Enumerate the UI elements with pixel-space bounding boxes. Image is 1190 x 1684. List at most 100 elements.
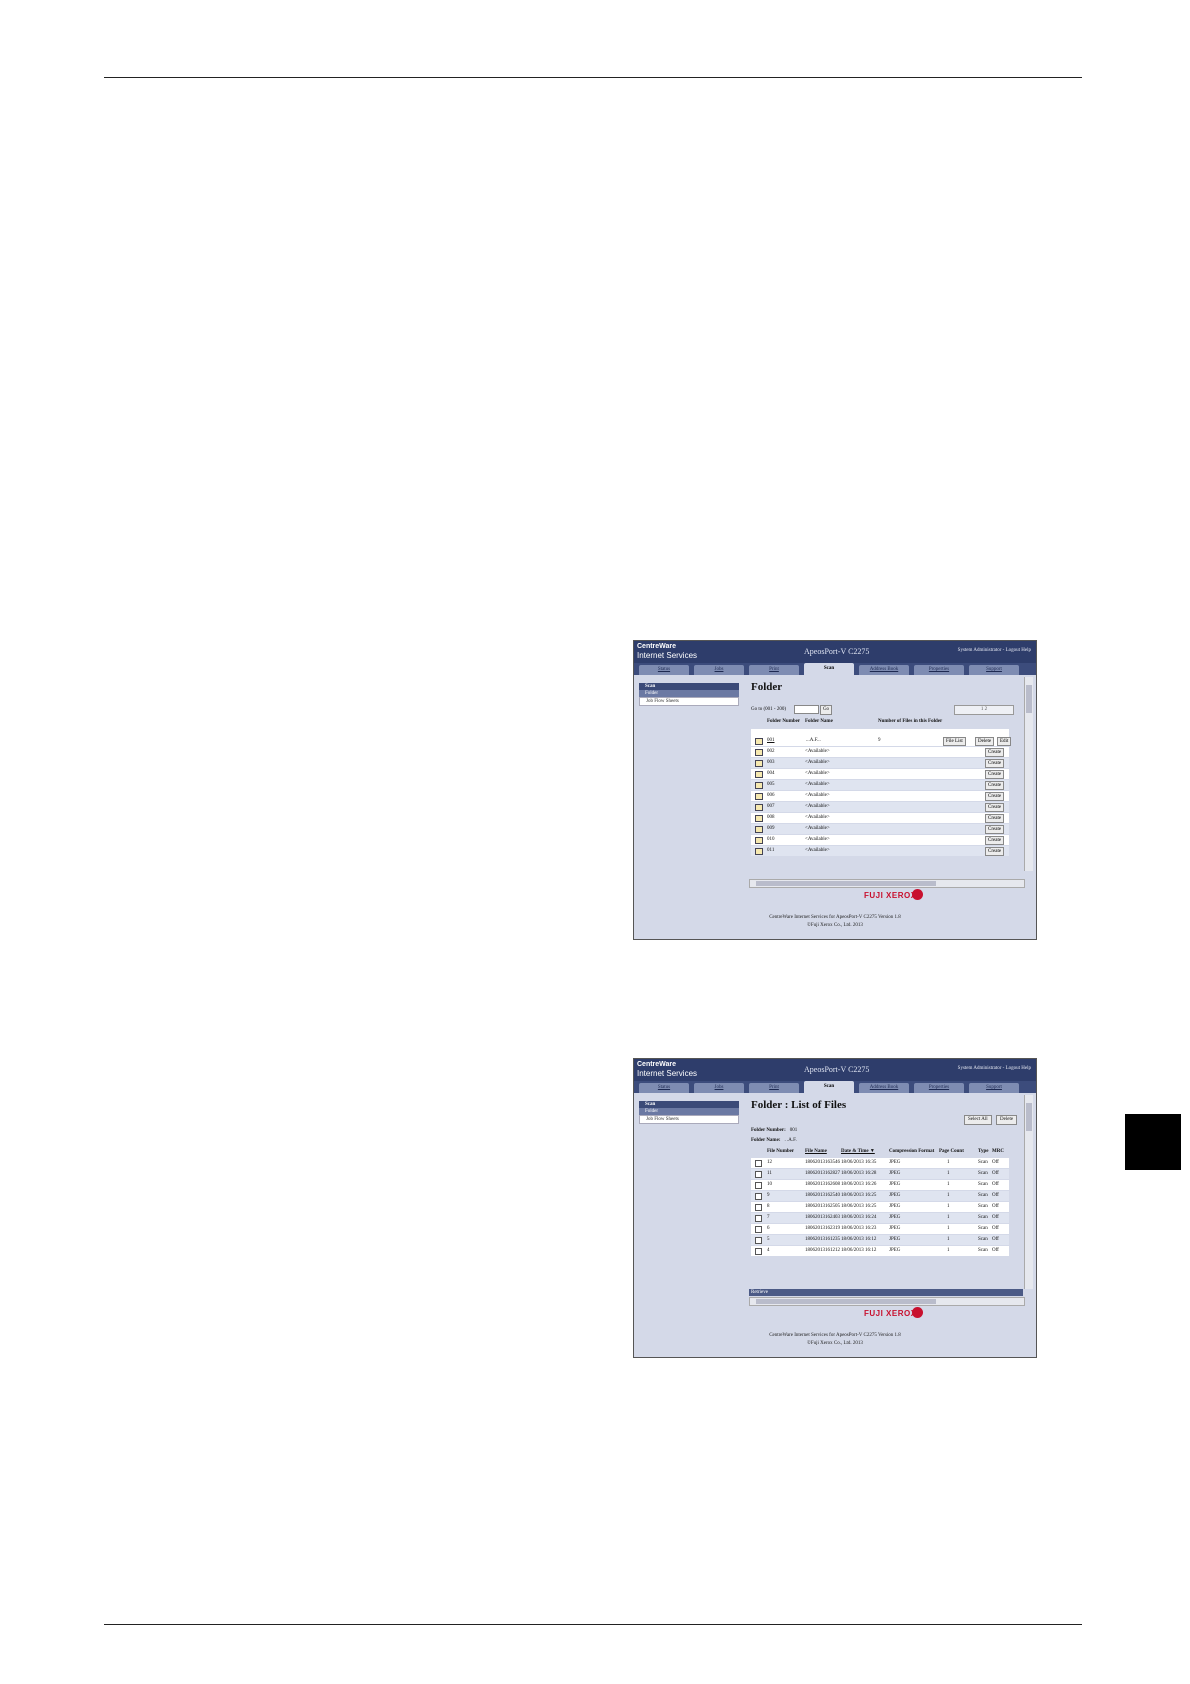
nav-item-folder[interactable]: Folder xyxy=(639,1108,739,1115)
folder-row[interactable]: 007 <Available> Create xyxy=(751,802,1009,812)
create-button[interactable]: Create xyxy=(985,759,1005,768)
col-date-time[interactable]: Date & Time ▼ xyxy=(841,1147,875,1157)
tab-jobs[interactable]: Jobs xyxy=(694,665,744,675)
create-button[interactable]: Create xyxy=(985,814,1005,823)
folder-name: <Available> xyxy=(805,793,830,798)
vertical-scrollbar[interactable] xyxy=(1024,677,1033,871)
create-button[interactable]: Create xyxy=(985,836,1005,845)
file-type: Scan xyxy=(978,1226,988,1231)
scroll-thumb[interactable] xyxy=(1026,685,1032,713)
select-all-button[interactable]: Select All xyxy=(964,1115,992,1125)
nav-item-folder[interactable]: Folder xyxy=(639,690,739,697)
horizontal-scrollbar[interactable] xyxy=(749,879,1025,888)
folder-name: <Available> xyxy=(805,749,830,754)
file-date: 18/06/2013 16:35 xyxy=(841,1160,877,1165)
horizontal-scrollbar[interactable] xyxy=(749,1297,1025,1306)
folder-icon xyxy=(755,793,763,800)
row-checkbox[interactable] xyxy=(755,1237,762,1244)
tab-properties[interactable]: Properties xyxy=(914,1083,964,1093)
tab-address-book[interactable]: Address Book xyxy=(859,665,909,675)
folder-number: 006 xyxy=(767,793,775,798)
admin-links[interactable]: System Administrator - Logout Help xyxy=(958,1066,1031,1071)
tab-scan[interactable]: Scan xyxy=(804,663,854,675)
nav-item-job-flow-sheets[interactable]: Job Flow Sheets xyxy=(639,1115,739,1124)
row-checkbox[interactable] xyxy=(755,1193,762,1200)
go-button[interactable]: Go xyxy=(820,705,832,715)
file-row[interactable]: 10 18062013162608 18/06/2013 16:26 JPEG … xyxy=(751,1180,1009,1190)
admin-links[interactable]: System Administrator - Logout Help xyxy=(958,648,1031,653)
folder-row[interactable]: 010 <Available> Create xyxy=(751,835,1009,845)
goto-input[interactable] xyxy=(794,705,819,714)
file-list-button[interactable]: File List xyxy=(943,737,966,746)
file-mrc: Off xyxy=(992,1248,999,1253)
folder-name-label: Folder Name: xyxy=(751,1138,781,1143)
create-button[interactable]: Create xyxy=(985,748,1005,757)
create-button[interactable]: Create xyxy=(985,825,1005,834)
scroll-thumb[interactable] xyxy=(756,881,936,886)
row-checkbox[interactable] xyxy=(755,1226,762,1233)
file-row[interactable]: 8 18062013162505 18/06/2013 16:25 JPEG 1… xyxy=(751,1202,1009,1212)
vertical-scrollbar[interactable] xyxy=(1024,1095,1033,1289)
folder-row[interactable]: 009 <Available> Create xyxy=(751,824,1009,834)
folder-row[interactable]: 006 <Available> Create xyxy=(751,791,1009,801)
delete-button[interactable]: Delete xyxy=(975,737,995,746)
col-file-name[interactable]: File Name xyxy=(805,1147,827,1157)
file-name: 18062013162319 xyxy=(805,1226,840,1231)
file-row[interactable]: 6 18062013162319 18/06/2013 16:23 JPEG 1… xyxy=(751,1224,1009,1234)
retrieve-bar[interactable]: Retrieve xyxy=(749,1289,1023,1296)
tab-support[interactable]: Support xyxy=(969,665,1019,675)
folder-row[interactable]: 003 <Available> Create xyxy=(751,758,1009,768)
file-pages: 1 xyxy=(947,1215,950,1220)
tab-print[interactable]: Print xyxy=(749,1083,799,1093)
row-checkbox[interactable] xyxy=(755,1248,762,1255)
file-mrc: Off xyxy=(992,1237,999,1242)
create-button[interactable]: Create xyxy=(985,781,1005,790)
file-row[interactable]: 11 18062013162827 18/06/2013 16:28 JPEG … xyxy=(751,1169,1009,1179)
create-button[interactable]: Create xyxy=(985,803,1005,812)
create-button[interactable]: Create xyxy=(985,792,1005,801)
row-checkbox[interactable] xyxy=(755,1171,762,1178)
file-row[interactable]: 7 18062013162403 18/06/2013 16:24 JPEG 1… xyxy=(751,1213,1009,1223)
row-checkbox[interactable] xyxy=(755,1204,762,1211)
edit-button[interactable]: Edit xyxy=(997,737,1012,746)
file-row[interactable]: 12 18062013163546 18/06/2013 16:35 JPEG … xyxy=(751,1158,1009,1168)
create-button[interactable]: Create xyxy=(985,847,1005,856)
scroll-thumb[interactable] xyxy=(756,1299,936,1304)
left-nav: Scan Folder Job Flow Sheets xyxy=(639,683,739,706)
folder-icon xyxy=(755,826,763,833)
file-name: 18062013162540 xyxy=(805,1193,840,1198)
file-row[interactable]: 4 18062013161212 18/06/2013 16:12 JPEG 1… xyxy=(751,1246,1009,1256)
file-mrc: Off xyxy=(992,1215,999,1220)
scroll-thumb[interactable] xyxy=(1026,1103,1032,1131)
folder-row[interactable]: 011 <Available> Create xyxy=(751,846,1009,856)
file-name: 18062013161212 xyxy=(805,1248,840,1253)
row-checkbox[interactable] xyxy=(755,1215,762,1222)
tab-print[interactable]: Print xyxy=(749,665,799,675)
xerox-globe-icon xyxy=(912,1307,923,1318)
folder-row-001[interactable]: 001 ...A.F... 9 File List Delete Edit xyxy=(751,736,1012,746)
delete-button[interactable]: Delete xyxy=(996,1115,1018,1125)
create-button[interactable]: Create xyxy=(985,770,1005,779)
pagination[interactable]: 1 2 xyxy=(954,705,1014,715)
row-checkbox[interactable] xyxy=(755,1160,762,1167)
tab-jobs[interactable]: Jobs xyxy=(694,1083,744,1093)
tab-scan[interactable]: Scan xyxy=(804,1081,854,1093)
folder-row[interactable]: 008 <Available> Create xyxy=(751,813,1009,823)
file-row[interactable]: 9 18062013162540 18/06/2013 16:25 JPEG 1… xyxy=(751,1191,1009,1201)
folder-row[interactable]: 005 <Available> Create xyxy=(751,780,1009,790)
tab-status[interactable]: Status xyxy=(639,665,689,675)
folder-row[interactable]: 002 <Available> Create xyxy=(751,747,1009,757)
tab-properties[interactable]: Properties xyxy=(914,665,964,675)
tab-address-book[interactable]: Address Book xyxy=(859,1083,909,1093)
list-header-spacer xyxy=(751,729,1009,736)
row-checkbox[interactable] xyxy=(755,1182,762,1189)
file-row[interactable]: 5 18062013161235 18/06/2013 16:12 JPEG 1… xyxy=(751,1235,1009,1245)
file-date: 18/06/2013 16:25 xyxy=(841,1193,877,1198)
nav-item-job-flow-sheets[interactable]: Job Flow Sheets xyxy=(639,697,739,706)
file-format: JPEG xyxy=(889,1160,901,1165)
tab-support[interactable]: Support xyxy=(969,1083,1019,1093)
tab-status[interactable]: Status xyxy=(639,1083,689,1093)
file-name: 18062013162608 xyxy=(805,1182,840,1187)
folder-number[interactable]: 001 xyxy=(767,736,775,746)
folder-row[interactable]: 004 <Available> Create xyxy=(751,769,1009,779)
